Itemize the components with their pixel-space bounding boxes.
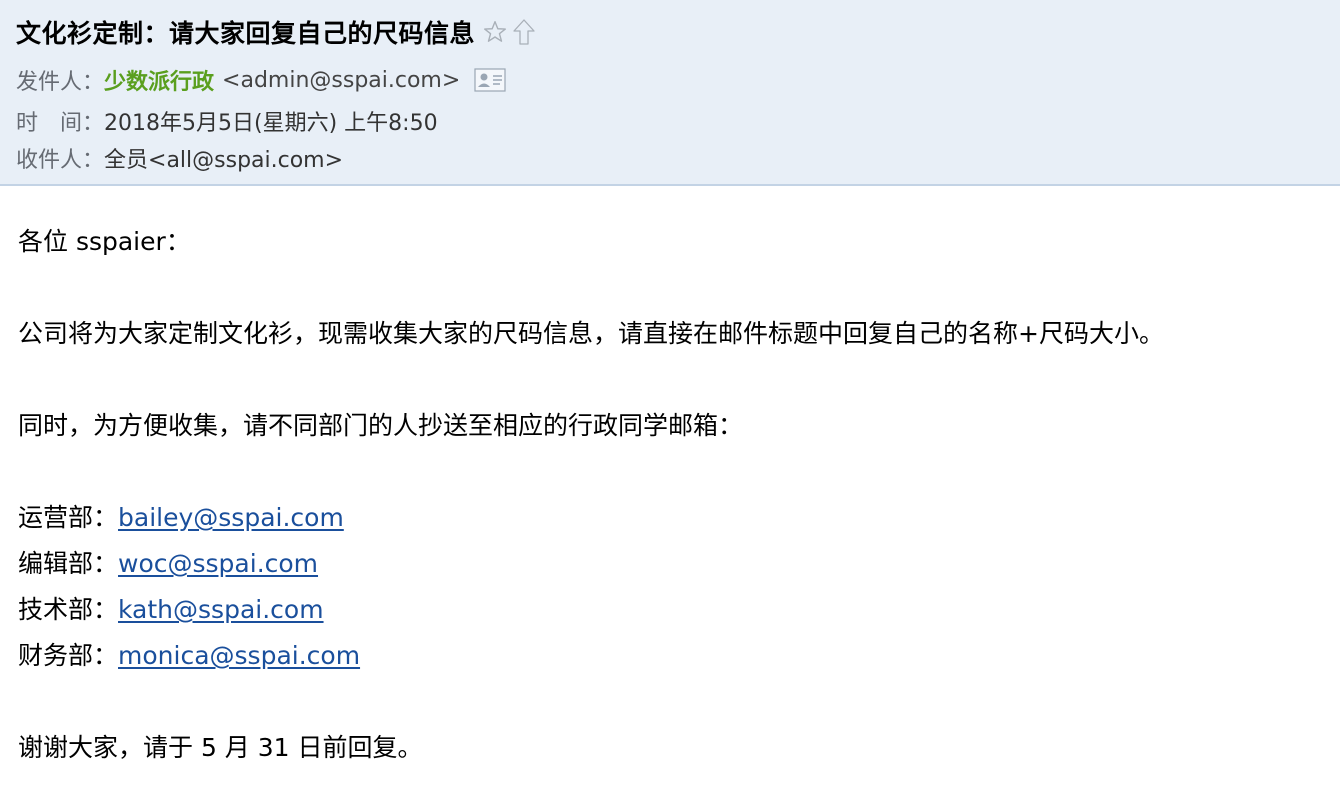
greeting: 各位 sspaier： xyxy=(18,227,191,256)
department-label: 技术部： xyxy=(18,595,119,624)
department-label: 运营部： xyxy=(18,503,119,532)
department-email-link[interactable]: kath@sspai.com xyxy=(118,595,324,624)
closing: 谢谢大家，请于 5 月 31 日前回复。 xyxy=(18,733,423,762)
department-label: 财务部： xyxy=(18,641,119,670)
arrow-up-icon[interactable] xyxy=(511,18,537,46)
department-email-link[interactable]: woc@sspai.com xyxy=(118,549,318,578)
from-row: 发件人： 少数派行政 <admin@sspai.com> xyxy=(16,64,506,96)
sender-name[interactable]: 少数派行政 xyxy=(104,64,214,96)
department-row: 技术部：kath@sspai.com xyxy=(18,592,324,628)
department-row: 财务部：monica@sspai.com xyxy=(18,638,360,674)
time-row: 时 间： 2018年5月5日(星期六) 上午8:50 xyxy=(16,105,438,137)
subject-row: 文化衫定制：请大家回复自己的尺码信息 xyxy=(16,12,537,52)
email-subject: 文化衫定制：请大家回复自己的尺码信息 xyxy=(16,19,476,48)
sender-email[interactable]: <admin@sspai.com> xyxy=(222,68,460,93)
paragraph-1: 公司将为大家定制文化衫，现需收集大家的尺码信息，请直接在邮件标题中回复自己的名称… xyxy=(18,319,1164,348)
to-label: 收件人： xyxy=(16,148,105,173)
time-label: 时 间： xyxy=(16,111,105,136)
to-value[interactable]: 全员<all@sspai.com> xyxy=(104,142,343,174)
department-email-link[interactable]: monica@sspai.com xyxy=(118,641,360,670)
to-row: 收件人： 全员<all@sspai.com> xyxy=(16,142,343,174)
department-row: 运营部：bailey@sspai.com xyxy=(18,500,344,536)
from-label: 发件人： xyxy=(16,70,105,95)
email-header: 文化衫定制：请大家回复自己的尺码信息 发件人： 少数派行政 <admin@ssp… xyxy=(0,0,1340,186)
department-email-link[interactable]: bailey@sspai.com xyxy=(118,503,344,532)
department-row: 编辑部：woc@sspai.com xyxy=(18,546,318,582)
contact-card-icon[interactable] xyxy=(474,68,506,92)
time-value: 2018年5月5日(星期六) 上午8:50 xyxy=(104,111,438,136)
department-label: 编辑部： xyxy=(18,549,119,578)
paragraph-2: 同时，为方便收集，请不同部门的人抄送至相应的行政同学邮箱： xyxy=(18,411,744,440)
star-icon[interactable] xyxy=(481,18,509,46)
